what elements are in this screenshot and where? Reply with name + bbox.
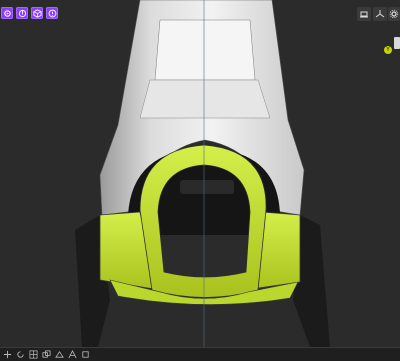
shell-top-recess <box>154 19 256 81</box>
duplicate-tool-button[interactable] <box>80 350 90 360</box>
section-tool-button[interactable] <box>67 350 77 360</box>
side-panel-tab[interactable] <box>394 37 400 49</box>
move-icon <box>3 350 11 359</box>
settings-button[interactable] <box>388 7 400 21</box>
orbit-tool-button[interactable] <box>16 7 28 19</box>
view-cube-icon <box>32 8 42 18</box>
display-mode-button[interactable] <box>357 7 371 21</box>
orbit-icon <box>18 9 26 17</box>
measure-icon <box>54 351 64 358</box>
inner-component <box>180 180 234 194</box>
view-cube-button[interactable] <box>31 7 43 19</box>
shell-mid-panel <box>139 79 271 119</box>
rotate-tool-button[interactable] <box>15 350 25 360</box>
axis-indicator-badge: Y <box>384 46 392 54</box>
select-tool-button[interactable] <box>1 7 13 19</box>
section-icon <box>68 350 76 359</box>
duplicate-icon <box>81 351 89 358</box>
axis-icon <box>375 10 385 18</box>
grid-icon <box>29 350 37 359</box>
settings-gear-icon <box>389 9 399 19</box>
cad-app: Y <box>0 0 400 361</box>
copy-icon <box>41 350 51 358</box>
axis-toggle-button[interactable] <box>373 7 387 21</box>
display-mode-icon <box>360 11 368 18</box>
measure-tool-button[interactable] <box>54 350 64 360</box>
select-icon <box>3 9 11 17</box>
move-tool-button[interactable] <box>2 350 12 360</box>
bottom-toolbar <box>0 347 400 361</box>
info-icon <box>48 9 56 17</box>
rotate-icon <box>16 351 24 358</box>
info-button[interactable] <box>46 7 58 19</box>
copy-tool-button[interactable] <box>41 350 51 360</box>
grid-tool-button[interactable] <box>28 350 38 360</box>
3d-viewport[interactable] <box>0 0 400 347</box>
